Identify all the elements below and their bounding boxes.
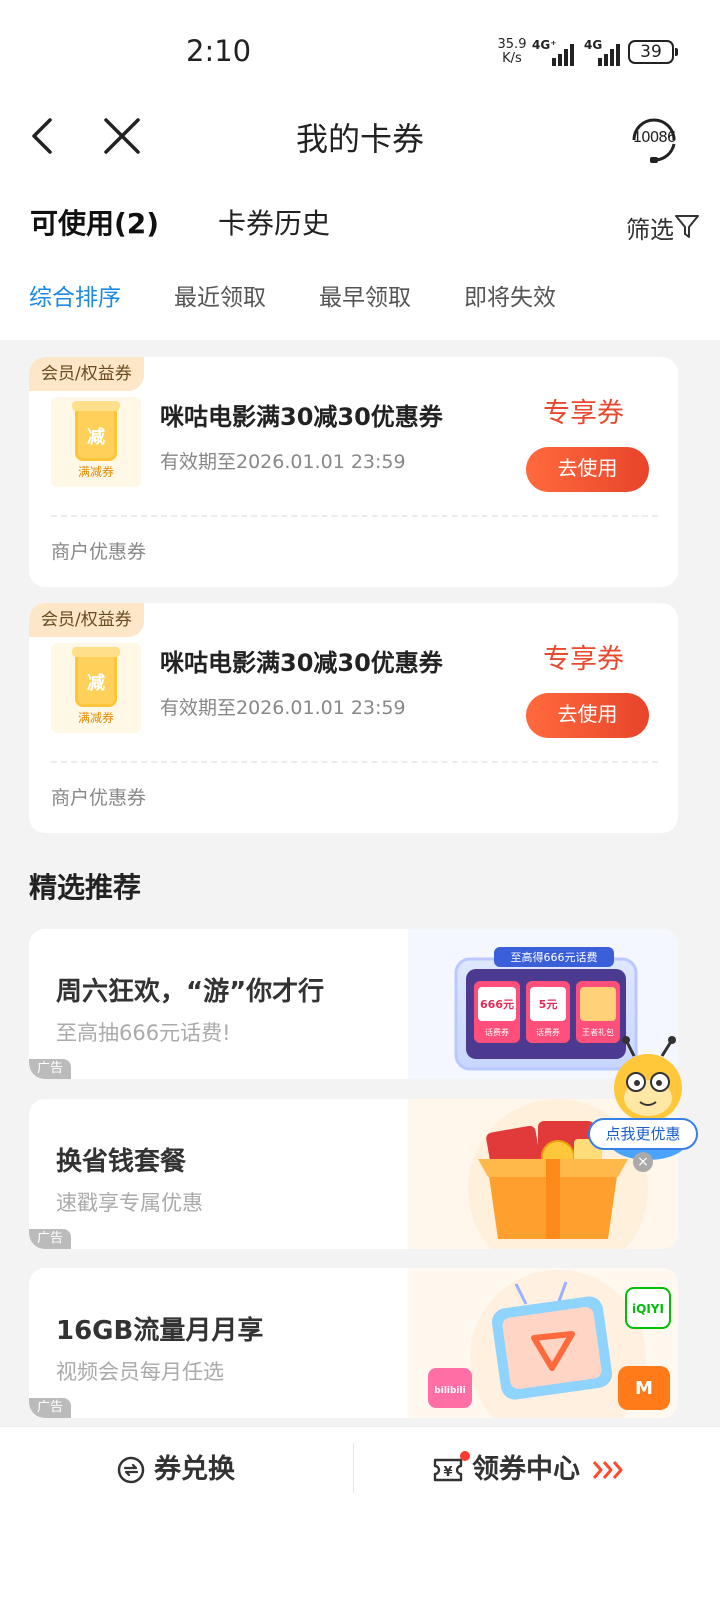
coupon-expiry: 有效期至2026.01.01 23:59 <box>160 697 406 719</box>
promo-title: 周六狂欢，“游”你才行 <box>56 977 325 1007</box>
bottom-bar: 券兑换 ¥ 领券中心 <box>0 1426 720 1600</box>
svg-text:5元: 5元 <box>539 998 558 1011</box>
coupon-center-label: 领券中心 <box>472 1454 580 1485</box>
coupon-ticket-icon: ¥ <box>433 1458 463 1482</box>
page-title: 我的卡券 <box>295 120 424 158</box>
promo-card-plan[interactable]: 换省钱套餐 速戳享专属优惠 广告 <box>29 1099 678 1249</box>
coupon-tag: 会员/权益券 <box>29 603 144 637</box>
signal-icon: 4G⁺ <box>532 38 578 66</box>
svg-text:666元: 666元 <box>480 998 514 1011</box>
coupon-icon: 减 满减券 <box>51 643 141 733</box>
svg-text:至高得666元话费: 至高得666元话费 <box>511 950 598 964</box>
coupon-card[interactable]: 会员/权益券 减 满减券 咪咕电影满30减30优惠券 有效期至2026.01.0… <box>29 357 678 587</box>
sort-earliest[interactable]: 最早领取 <box>319 278 411 312</box>
status-time: 2:10 <box>186 34 252 68</box>
ad-tag: 广告 <box>29 1398 71 1418</box>
tab-history[interactable]: 卡券历史 <box>218 202 330 242</box>
coupon-icon: 减 满减券 <box>51 397 141 487</box>
section-title: 精选推荐 <box>29 871 142 904</box>
coupon-badge: 专享券 <box>543 644 624 675</box>
exchange-icon <box>117 1456 145 1484</box>
status-bar: 2:10 35.9 K/s 4G⁺ 4G 39 <box>0 0 720 104</box>
mascot-close-icon[interactable]: × <box>633 1152 653 1172</box>
use-button[interactable]: 去使用 <box>526 447 649 492</box>
coupon-type: 商户优惠券 <box>51 787 147 809</box>
coupon-type: 商户优惠券 <box>51 541 147 563</box>
divider <box>51 761 658 763</box>
divider <box>353 1443 354 1493</box>
svg-text:话费券: 话费券 <box>536 1027 560 1037</box>
nav-bar: 我的卡券 10086 <box>0 104 720 168</box>
exchange-label: 券兑换 <box>154 1454 235 1485</box>
promo-subtitle: 速戳享专属优惠 <box>56 1191 203 1215</box>
service-label[interactable]: 10086 <box>628 128 680 146</box>
divider <box>51 515 658 517</box>
mascot-label[interactable]: 点我更优惠 <box>588 1118 698 1150</box>
coupon-title: 咪咕电影满30减30优惠券 <box>160 403 443 431</box>
svg-text:¥: ¥ <box>443 1465 452 1480</box>
svg-text:话费券: 话费券 <box>485 1027 509 1037</box>
promo-card-data[interactable]: 16GB流量月月享 视频会员每月任选 广告 iQIYI bilibili M <box>29 1268 678 1418</box>
coupon-tag: 会员/权益券 <box>29 357 144 391</box>
network-speed: 35.9 K/s <box>497 37 527 66</box>
coupon-title: 咪咕电影满30减30优惠券 <box>160 649 443 677</box>
coupon-tabs: 可使用(2) 卡券历史 筛选 综合排序 最近领取 最早领取 即将失效 <box>0 168 720 340</box>
signal-icon-2: 4G <box>584 38 624 66</box>
filter-button[interactable]: 筛选 <box>626 210 674 245</box>
filter-icon[interactable] <box>674 212 700 240</box>
chevrons-right-icon <box>592 1461 623 1479</box>
tab-available[interactable]: 可使用(2) <box>30 202 159 242</box>
battery-icon: 39 <box>628 40 678 64</box>
svg-text:iQIYI: iQIYI <box>632 1302 664 1316</box>
sort-recent[interactable]: 最近领取 <box>174 278 266 312</box>
promo-subtitle: 至高抽666元话费! <box>56 1021 231 1045</box>
promo-subtitle: 视频会员每月任选 <box>56 1360 224 1384</box>
coupon-expiry: 有效期至2026.01.01 23:59 <box>160 451 406 473</box>
coupon-card[interactable]: 会员/权益券 减 满减券 咪咕电影满30减30优惠券 有效期至2026.01.0… <box>29 603 678 833</box>
promo-card-game[interactable]: 周六狂欢，“游”你才行 至高抽666元话费! 广告 至高得666元话费 666元… <box>29 929 678 1079</box>
ad-tag: 广告 <box>29 1229 71 1249</box>
svg-text:M: M <box>635 1378 653 1399</box>
promo-title: 换省钱套餐 <box>56 1147 187 1177</box>
video-membership-image: iQIYI bilibili M <box>408 1268 678 1418</box>
ad-tag: 广告 <box>29 1059 71 1079</box>
sort-comprehensive[interactable]: 综合排序 <box>29 278 121 312</box>
sort-expiring[interactable]: 即将失效 <box>464 278 556 312</box>
promo-title: 16GB流量月月享 <box>56 1316 264 1346</box>
coupon-badge: 专享券 <box>543 398 624 429</box>
svg-text:bilibili: bilibili <box>434 1386 465 1396</box>
use-button[interactable]: 去使用 <box>526 693 649 738</box>
notification-dot <box>460 1451 470 1461</box>
